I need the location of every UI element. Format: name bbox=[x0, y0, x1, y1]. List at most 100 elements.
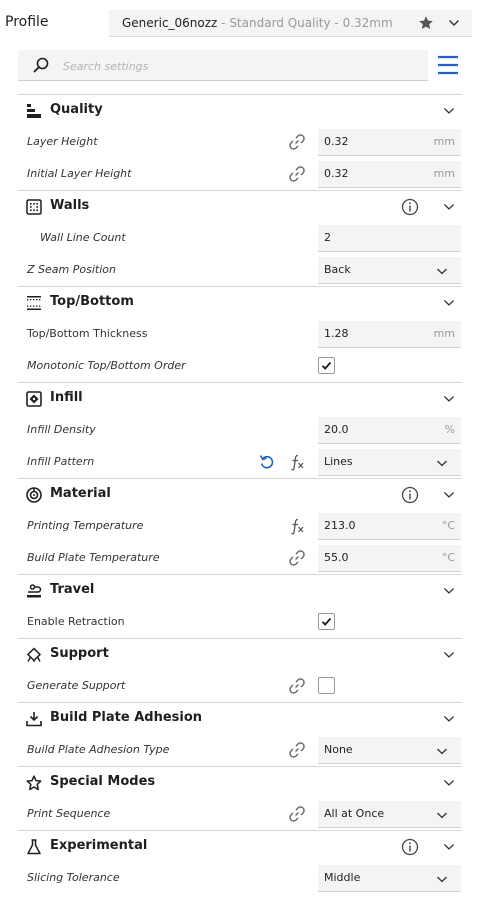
category-top-bottom[interactable]: Top/Bottom bbox=[18, 286, 462, 318]
setting-label: Infill Density bbox=[27, 423, 96, 436]
category-title: Travel bbox=[50, 582, 95, 597]
profile-label: Profile bbox=[5, 14, 49, 30]
setting-build-plate-temperature: Build Plate Temperature 55.0 °C bbox=[18, 542, 462, 574]
setting-label: Initial Layer Height bbox=[27, 167, 132, 180]
category-infill[interactable]: Infill bbox=[18, 382, 462, 414]
category-quality[interactable]: Quality bbox=[18, 94, 462, 126]
setting-label: Monotonic Top/Bottom Order bbox=[27, 359, 186, 372]
settings-list: Quality Layer Height 0.32 mm Initial Lay… bbox=[18, 94, 462, 894]
reset-icon[interactable] bbox=[258, 453, 276, 471]
profile-dropdown[interactable]: Generic_06nozz - Standard Quality - 0.32… bbox=[109, 10, 472, 37]
search-input[interactable] bbox=[63, 56, 403, 76]
chevron-down-icon[interactable] bbox=[442, 392, 456, 406]
setting-label: Printing Temperature bbox=[27, 519, 144, 532]
chevron-down-icon bbox=[436, 265, 448, 277]
monotonic-order-checkbox[interactable] bbox=[318, 357, 335, 374]
setting-label: Infill Pattern bbox=[27, 455, 95, 468]
setting-label: Generate Support bbox=[27, 679, 126, 692]
setting-label: Enable Retraction bbox=[27, 615, 125, 628]
category-travel[interactable]: Travel bbox=[18, 574, 462, 606]
setting-monotonic-order: Monotonic Top/Bottom Order bbox=[18, 350, 462, 382]
chevron-down-icon[interactable] bbox=[447, 16, 461, 30]
field-unit: % bbox=[444, 423, 455, 436]
chevron-down-icon[interactable] bbox=[442, 648, 456, 662]
chevron-down-icon[interactable] bbox=[442, 840, 456, 854]
setting-label: Build Plate Temperature bbox=[27, 551, 160, 564]
printing-temperature-input[interactable]: 213.0 °C bbox=[318, 513, 461, 540]
search-box[interactable] bbox=[18, 50, 428, 81]
function-fx-icon[interactable] bbox=[289, 517, 305, 535]
chevron-down-icon[interactable] bbox=[442, 104, 456, 118]
chevron-down-icon[interactable] bbox=[442, 296, 456, 310]
z-seam-position-select[interactable]: Back bbox=[318, 257, 461, 284]
category-experimental[interactable]: Experimental bbox=[18, 830, 462, 862]
link-icon[interactable] bbox=[288, 549, 306, 567]
setting-infill-pattern: Infill Pattern Lines bbox=[18, 446, 462, 478]
generate-support-checkbox[interactable] bbox=[318, 677, 335, 694]
chevron-down-icon bbox=[436, 457, 448, 469]
setting-generate-support: Generate Support bbox=[18, 670, 462, 702]
link-icon[interactable] bbox=[288, 741, 306, 759]
infill-density-input[interactable]: 20.0 % bbox=[318, 417, 461, 444]
link-icon[interactable] bbox=[288, 165, 306, 183]
info-icon[interactable] bbox=[401, 838, 419, 856]
print-sequence-select[interactable]: All at Once bbox=[318, 801, 461, 828]
setting-label: Print Sequence bbox=[27, 807, 111, 820]
field-unit: mm bbox=[433, 167, 455, 180]
chevron-down-icon bbox=[436, 873, 448, 885]
top-bottom-layers-icon bbox=[26, 295, 42, 311]
setting-adhesion-type: Build Plate Adhesion Type None bbox=[18, 734, 462, 766]
adhesion-type-select[interactable]: None bbox=[318, 737, 461, 764]
build-plate-temperature-input[interactable]: 55.0 °C bbox=[318, 545, 461, 572]
setting-layer-height: Layer Height 0.32 mm bbox=[18, 126, 462, 158]
field-value: 2 bbox=[324, 231, 331, 244]
category-title: Top/Bottom bbox=[50, 294, 134, 309]
special-modes-star-icon bbox=[26, 775, 42, 791]
field-value: Lines bbox=[324, 455, 353, 468]
chevron-down-icon[interactable] bbox=[442, 776, 456, 790]
field-unit: °C bbox=[441, 551, 455, 564]
category-walls[interactable]: Walls bbox=[18, 190, 462, 222]
hamburger-menu-icon[interactable] bbox=[436, 53, 460, 77]
setting-label: Wall Line Count bbox=[40, 231, 126, 244]
field-value: 1.28 bbox=[324, 327, 349, 340]
profile-row: Profile Generic_06nozz - Standard Qualit… bbox=[0, 0, 480, 48]
category-title: Build Plate Adhesion bbox=[50, 710, 203, 725]
setting-slicing-tolerance: Slicing Tolerance Middle bbox=[18, 862, 462, 894]
chevron-down-icon[interactable] bbox=[442, 584, 456, 598]
info-icon[interactable] bbox=[401, 198, 419, 216]
chevron-down-icon[interactable] bbox=[442, 488, 456, 502]
experimental-flask-icon bbox=[26, 839, 42, 855]
infill-pattern-select[interactable]: Lines bbox=[318, 449, 461, 476]
profile-quality: - Standard Quality - 0.32mm bbox=[217, 16, 393, 30]
chevron-down-icon[interactable] bbox=[442, 200, 456, 214]
category-title: Support bbox=[50, 646, 109, 661]
layer-height-input[interactable]: 0.32 mm bbox=[318, 129, 461, 156]
category-special-modes[interactable]: Special Modes bbox=[18, 766, 462, 798]
material-spool-icon bbox=[26, 487, 42, 503]
function-fx-icon[interactable] bbox=[289, 453, 305, 471]
chevron-down-icon[interactable] bbox=[442, 712, 456, 726]
setting-label: Z Seam Position bbox=[27, 263, 116, 276]
category-material[interactable]: Material bbox=[18, 478, 462, 510]
chevron-down-icon bbox=[436, 809, 448, 821]
top-bottom-thickness-input[interactable]: 1.28 mm bbox=[318, 321, 461, 348]
initial-layer-height-input[interactable]: 0.32 mm bbox=[318, 161, 461, 188]
info-icon[interactable] bbox=[401, 486, 419, 504]
link-icon[interactable] bbox=[288, 805, 306, 823]
field-value: 20.0 bbox=[324, 423, 349, 436]
quality-bars-icon bbox=[26, 103, 42, 119]
setting-label: Layer Height bbox=[27, 135, 98, 148]
enable-retraction-checkbox[interactable] bbox=[318, 613, 335, 630]
wall-line-count-input[interactable]: 2 bbox=[318, 225, 461, 252]
setting-label: Build Plate Adhesion Type bbox=[27, 743, 170, 756]
link-icon[interactable] bbox=[288, 677, 306, 695]
category-build-plate-adhesion[interactable]: Build Plate Adhesion bbox=[18, 702, 462, 734]
profile-name-text: Generic_06nozz - Standard Quality - 0.32… bbox=[122, 16, 393, 30]
category-support[interactable]: Support bbox=[18, 638, 462, 670]
setting-printing-temperature: Printing Temperature 213.0 °C bbox=[18, 510, 462, 542]
favorite-star-icon[interactable] bbox=[418, 15, 434, 31]
field-value: All at Once bbox=[324, 807, 385, 820]
link-icon[interactable] bbox=[288, 133, 306, 151]
slicing-tolerance-select[interactable]: Middle bbox=[318, 865, 461, 892]
